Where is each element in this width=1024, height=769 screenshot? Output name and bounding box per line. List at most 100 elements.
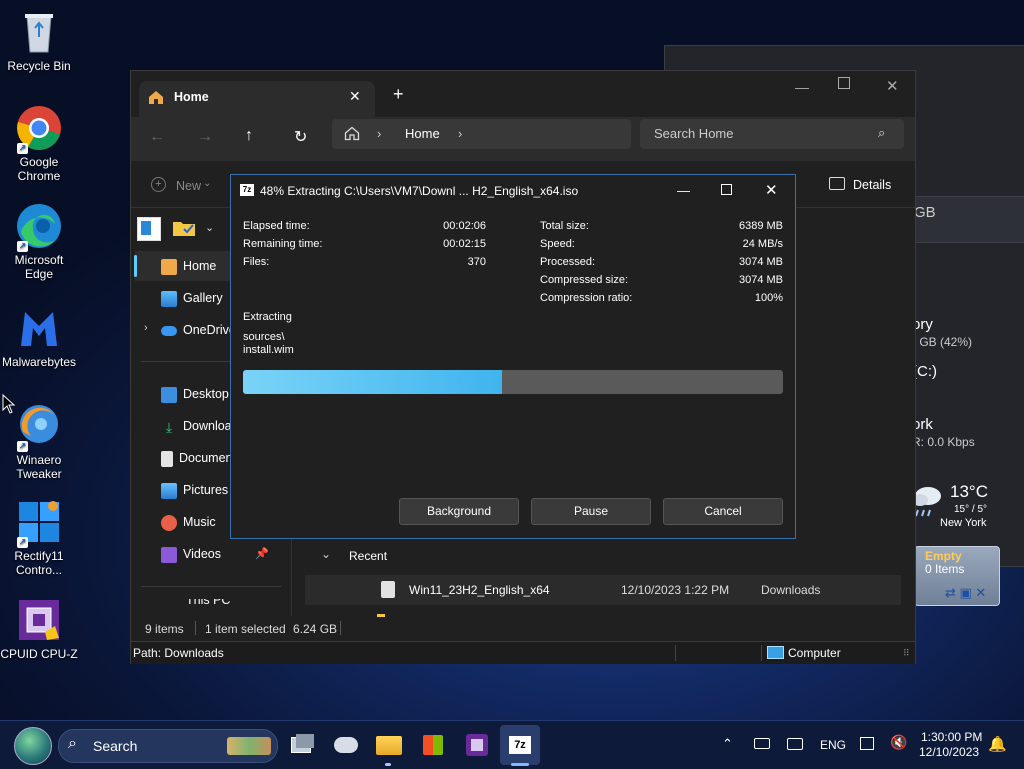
current-file: install.wim xyxy=(243,344,294,356)
computer-label: Computer xyxy=(788,646,841,660)
maximize-icon[interactable] xyxy=(838,77,850,89)
search-box[interactable]: Search Home ⌕ xyxy=(640,119,904,149)
cpuz-icon xyxy=(15,596,63,644)
forward-arrow-icon[interactable]: → xyxy=(197,128,213,146)
address-bar[interactable]: › Home › xyxy=(332,119,631,149)
desktop-icon-label: Google Chrome xyxy=(17,155,61,183)
details-button[interactable]: Details xyxy=(853,178,891,192)
sidebar-item-label: Videos xyxy=(183,547,221,561)
new-tab-icon[interactable]: + xyxy=(393,84,404,105)
weather-temp: 13°C xyxy=(950,482,988,501)
clock-time[interactable]: 1:30:00 PM xyxy=(921,730,982,744)
maximize-icon[interactable] xyxy=(721,184,732,195)
search-icon: ⌕ xyxy=(68,735,77,752)
language-indicator[interactable]: ENG xyxy=(820,738,846,752)
close-icon[interactable]: ✕ xyxy=(765,181,778,199)
volume-icon[interactable]: 🔇 xyxy=(890,734,907,751)
weather-gadget: 13°C 15° / 5° New York xyxy=(912,478,1022,534)
microsoft-store-icon[interactable] xyxy=(417,729,449,761)
desktop-icon-rectify11[interactable]: ↗ Rectify11 Contro... xyxy=(0,498,78,577)
touchpad-icon[interactable] xyxy=(787,738,803,750)
chrome-icon: ↗ xyxy=(15,104,63,154)
keyboard-icon[interactable] xyxy=(754,738,770,749)
dialog-title: 48% Extracting C:\Users\VM7\Downl ... H2… xyxy=(260,184,579,198)
compressed-size-value: 3074 MB xyxy=(738,274,783,286)
elapsed-label: Elapsed time: xyxy=(243,220,310,232)
table-row[interactable]: Win11_23H2_English_x64 12/10/2023 1:22 P… xyxy=(305,575,901,605)
winaero-icon: ↗ xyxy=(15,402,63,452)
processed-value: 3074 MB xyxy=(738,256,783,268)
sevenzip-taskbar-icon[interactable]: 7z xyxy=(504,729,536,761)
refresh-icon[interactable]: ↻ xyxy=(294,127,307,147)
desktop-icon xyxy=(161,386,177,403)
chevron-right-icon: › xyxy=(458,126,463,141)
expand-chevron-icon[interactable]: › xyxy=(144,322,148,334)
desktop-icon-label: Rectify11 Contro... xyxy=(14,549,64,577)
desktop-icon-recycle-bin[interactable]: Recycle Bin xyxy=(0,8,78,73)
back-arrow-icon[interactable]: ← xyxy=(149,128,165,146)
item-count: 9 items xyxy=(145,622,184,636)
recent-header[interactable]: Recent xyxy=(349,549,387,563)
taskbar-search-input[interactable]: Search xyxy=(93,738,137,754)
file-date: 12/10/2023 1:22 PM xyxy=(621,583,730,597)
task-view-icon[interactable] xyxy=(286,729,318,761)
notification-bell-icon[interactable]: 🔔 xyxy=(988,735,1007,753)
desktop-icon-cpuz[interactable]: CPUID CPU-Z xyxy=(0,596,78,661)
network-icon[interactable] xyxy=(860,737,874,750)
search-input[interactable]: Search Home xyxy=(654,126,733,141)
sidebar-item-this-pc[interactable]: This PC xyxy=(161,599,291,613)
cancel-button[interactable]: Cancel xyxy=(663,498,783,525)
recycle-actions-icon[interactable]: ⇄ ▣ ✕ xyxy=(945,585,986,601)
extraction-progress-dialog: 7z 48% Extracting C:\Users\VM7\Downl ...… xyxy=(230,174,796,539)
malwarebytes-icon xyxy=(15,304,63,352)
remaining-value: 00:02:15 xyxy=(443,238,486,250)
desktop-icon-malwarebytes[interactable]: Malwarebytes xyxy=(0,304,78,369)
desktop-icon-chrome[interactable]: ↗ Google Chrome xyxy=(0,104,78,183)
shortcut-arrow-icon: ↗ xyxy=(17,537,28,548)
speed-value: 24 MB/s xyxy=(742,238,783,250)
minimize-icon[interactable]: — xyxy=(677,183,690,198)
recycle-items: 0 Items xyxy=(925,562,965,576)
path-bar: Path: Downloads Computer ⠿ xyxy=(131,641,915,664)
desktop-icon-winaero[interactable]: ↗ Winaero Tweaker xyxy=(0,402,78,481)
desktop-icon-label: Recycle Bin xyxy=(7,59,71,73)
pause-button[interactable]: Pause xyxy=(531,498,651,525)
start-button[interactable] xyxy=(14,727,52,765)
minimize-icon[interactable]: — xyxy=(795,79,809,95)
clock-date[interactable]: 12/10/2023 xyxy=(919,745,979,759)
weather-range: 15° / 5° xyxy=(954,504,988,515)
desktop-icon-label: CPUID CPU-Z xyxy=(0,647,78,661)
gadget-gb-text: GB xyxy=(914,204,936,221)
new-button[interactable]: New xyxy=(176,179,201,193)
computer-icon xyxy=(767,646,784,659)
background-button[interactable]: Background xyxy=(399,498,519,525)
breadcrumb[interactable]: Home xyxy=(405,126,440,141)
tab-home[interactable]: Home ✕ xyxy=(139,81,375,117)
chevron-up-icon[interactable]: ⌃ xyxy=(722,736,733,752)
active-indicator xyxy=(511,763,529,766)
rectify11-icon: ↗ xyxy=(15,498,63,548)
resize-grip-icon[interactable]: ⠿ xyxy=(903,648,910,659)
close-tab-icon[interactable]: ✕ xyxy=(349,88,361,105)
cpuz-taskbar-icon[interactable] xyxy=(461,729,493,761)
widgets-icon[interactable] xyxy=(330,729,362,761)
file-explorer-icon[interactable] xyxy=(373,729,405,761)
pictures-icon xyxy=(161,482,177,499)
compressed-size-label: Compressed size: xyxy=(540,274,629,286)
disc-image-icon xyxy=(381,581,395,598)
progress-bar xyxy=(243,370,783,394)
taskbar-search[interactable]: ⌕ Search xyxy=(58,729,278,763)
sidebar-item-videos[interactable]: Videos 📌 xyxy=(161,540,291,568)
search-icon: ⌕ xyxy=(878,125,886,140)
current-path: sources\ xyxy=(243,331,285,343)
recycle-bin-gadget[interactable]: Empty 0 Items ⇄ ▣ ✕ xyxy=(914,546,1000,606)
dialog-titlebar[interactable]: 7z 48% Extracting C:\Users\VM7\Downl ...… xyxy=(231,175,795,207)
new-plus-icon: + xyxy=(151,177,166,192)
divider xyxy=(141,586,281,587)
sidebar-item-label: OneDrive xyxy=(183,323,236,337)
desktop-icon-edge[interactable]: ↗ Microsoft Edge xyxy=(0,202,78,281)
total-size-value: 6389 MB xyxy=(738,220,783,232)
up-arrow-icon[interactable]: ↑ xyxy=(245,127,253,145)
close-window-icon[interactable]: ✕ xyxy=(886,77,899,95)
collapse-chevron-icon[interactable]: ⌄ xyxy=(321,547,331,561)
